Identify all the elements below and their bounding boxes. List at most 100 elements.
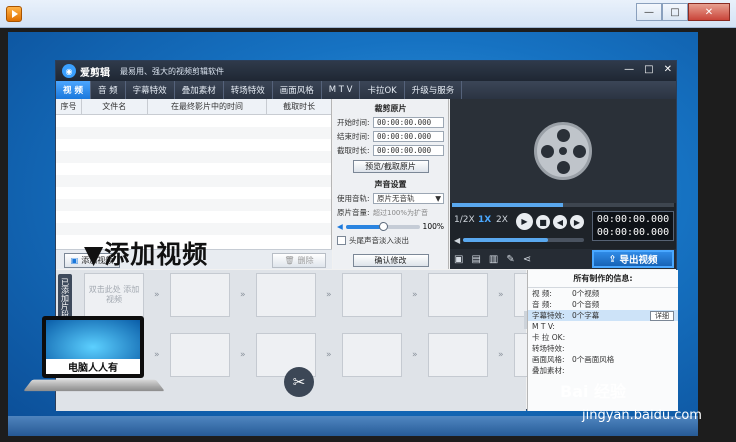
tab-karaoke[interactable]: 卡拉OK: [360, 81, 405, 99]
end-time-field[interactable]: 00:00:00.000: [373, 131, 444, 142]
edit-icon[interactable]: ✎: [506, 254, 514, 265]
audio-track-select[interactable]: 原片无音轨 ▼: [373, 193, 444, 204]
col-index[interactable]: 序号: [56, 99, 82, 114]
app-close-button[interactable]: ✕: [664, 64, 672, 75]
volume-slider[interactable]: [345, 221, 420, 231]
arrow-icon: »: [498, 290, 504, 300]
fade-checkbox[interactable]: [337, 236, 346, 245]
laptop-screen: 电脑人人有: [42, 316, 144, 378]
info-key: 卡 拉 OK:: [532, 333, 566, 342]
clip-slot[interactable]: [170, 273, 230, 317]
info-key: 音 频:: [532, 300, 552, 309]
host-window-controls: — □ ✕: [636, 3, 730, 21]
info-title: 所有制作的信息:: [528, 270, 678, 288]
tab-picture-style[interactable]: 画面风格: [273, 81, 322, 99]
info-value: 0个视频: [572, 289, 600, 298]
detail-button[interactable]: 详细: [650, 310, 674, 321]
confirm-button[interactable]: 确认修改: [352, 254, 429, 267]
volume-hint: 超过100%为扩音: [373, 208, 429, 217]
next-frame-button[interactable]: ▶: [570, 215, 584, 229]
arrow-icon: »: [240, 350, 246, 360]
tab-audio[interactable]: 音 频: [91, 81, 126, 99]
info-row-overlay: 叠加素材:: [528, 365, 678, 376]
player-toolbar: ▣ ▤ ▥ ✎ ⋖ ⇪ 导出视频: [450, 249, 676, 269]
volume-slider-fill: [345, 224, 383, 229]
clip-slot[interactable]: [170, 333, 230, 377]
tab-overlay[interactable]: 叠加素材: [175, 81, 224, 99]
start-time-field[interactable]: 00:00:00.000: [373, 117, 444, 128]
playback-controls: 1/2X 1X 2X ▶ ■ ◀ ▶ 00:00:00.000 00:00:00…: [450, 209, 676, 247]
laptop-watermark-label: 电脑人人有: [46, 359, 140, 374]
tab-video[interactable]: 视 频: [56, 81, 91, 99]
clip-slot[interactable]: [342, 273, 402, 317]
audio-track-row: 使用音轨: 原片无音轨 ▼: [337, 193, 444, 204]
tab-subtitle-effects[interactable]: 字幕特效: [126, 81, 175, 99]
volume-slider-knob[interactable]: [378, 221, 388, 231]
audio-settings-title: 声音设置: [374, 180, 407, 189]
arrow-icon: »: [240, 290, 246, 300]
duration-row: 截取时长: 00:00:00.000: [337, 145, 444, 156]
app-name: 爱剪辑: [80, 67, 110, 79]
app-maximize-button[interactable]: □: [644, 64, 653, 75]
clip-slot[interactable]: [342, 333, 402, 377]
speed-1x[interactable]: 1X: [478, 215, 491, 225]
arrow-icon: »: [412, 350, 418, 360]
arrow-icon: »: [154, 290, 160, 300]
speed-2x[interactable]: 2X: [496, 215, 508, 225]
info-row-karaoke: 卡 拉 OK:: [528, 332, 678, 343]
prev-frame-button[interactable]: ◀: [553, 215, 567, 229]
speed-half[interactable]: 1/2X: [454, 215, 475, 225]
preview-area: [450, 99, 676, 203]
film-add-icon: ▣: [70, 256, 79, 265]
volume-label: 原片音量:: [337, 208, 370, 217]
player-volume-slider[interactable]: [463, 238, 584, 242]
export-label: 导出视频: [619, 255, 658, 266]
tab-mtv[interactable]: M T V: [322, 81, 361, 99]
playback-progress[interactable]: [452, 203, 674, 207]
export-video-button[interactable]: ⇪ 导出视频: [592, 250, 674, 268]
stop-button[interactable]: ■: [536, 215, 550, 229]
info-key: 字幕特效:: [532, 311, 565, 320]
video-table-header: 序号 文件名 在最终影片中的时间 截取时长: [56, 99, 331, 115]
info-key: 转场特效:: [532, 344, 565, 353]
folder-icon[interactable]: ▤: [471, 254, 480, 265]
app-slogan: 最易用、强大的视频剪辑软件: [120, 66, 224, 76]
chevron-down-icon: ▼: [435, 194, 441, 203]
col-final-time[interactable]: 在最终影片中的时间: [148, 99, 268, 114]
info-key: 视 频:: [532, 289, 552, 298]
player-app-icon: [6, 6, 22, 22]
info-row-subtitles[interactable]: 字幕特效: 0个字幕 详细: [528, 310, 678, 321]
duration-field[interactable]: 00:00:00.000: [373, 145, 444, 156]
clip-slot[interactable]: [428, 273, 488, 317]
scissors-icon[interactable]: ✂: [284, 367, 314, 397]
preview-clip-button[interactable]: 预览/截取原片: [352, 160, 429, 173]
player-volume: ◀: [454, 235, 584, 245]
info-value: 0个字幕: [572, 311, 600, 320]
clip-slot[interactable]: [428, 333, 488, 377]
video-table-body[interactable]: [56, 115, 331, 235]
app-minimize-button[interactable]: —: [624, 64, 634, 75]
start-time-row: 开始时间: 00:00:00.000: [337, 117, 444, 128]
clip-slot[interactable]: [256, 273, 316, 317]
info-value: 0个画面风格: [572, 355, 615, 364]
delete-label: 删除: [297, 256, 314, 265]
time-display: 00:00:00.000 00:00:00.000: [592, 211, 674, 241]
audio-track-label: 使用音轨:: [337, 194, 370, 203]
snapshot-icon[interactable]: ▣: [454, 254, 463, 265]
fade-row: 头尾声音淡入淡出: [337, 235, 444, 246]
save-icon[interactable]: ▥: [489, 254, 498, 265]
laptop-watermark: 电脑人人有: [23, 314, 165, 402]
player-pane: 1/2X 1X 2X ▶ ■ ◀ ▶ 00:00:00.000 00:00:00…: [450, 99, 676, 269]
delete-button[interactable]: 🗑 删除: [272, 253, 326, 268]
play-button[interactable]: ▶: [516, 213, 533, 230]
col-duration[interactable]: 截取时长: [267, 99, 331, 114]
tab-transitions[interactable]: 转场特效: [224, 81, 273, 99]
add-clip-placeholder[interactable]: 双击此处 添加视频: [84, 273, 144, 317]
col-filename[interactable]: 文件名: [82, 99, 148, 114]
tab-upgrade-service[interactable]: 升级与服务: [405, 81, 463, 99]
close-button[interactable]: ✕: [688, 3, 730, 21]
share-icon[interactable]: ⋖: [523, 254, 531, 265]
maximize-button[interactable]: □: [662, 3, 688, 21]
info-row-audio: 音 频: 0个音频: [528, 299, 678, 310]
minimize-button[interactable]: —: [636, 3, 662, 21]
